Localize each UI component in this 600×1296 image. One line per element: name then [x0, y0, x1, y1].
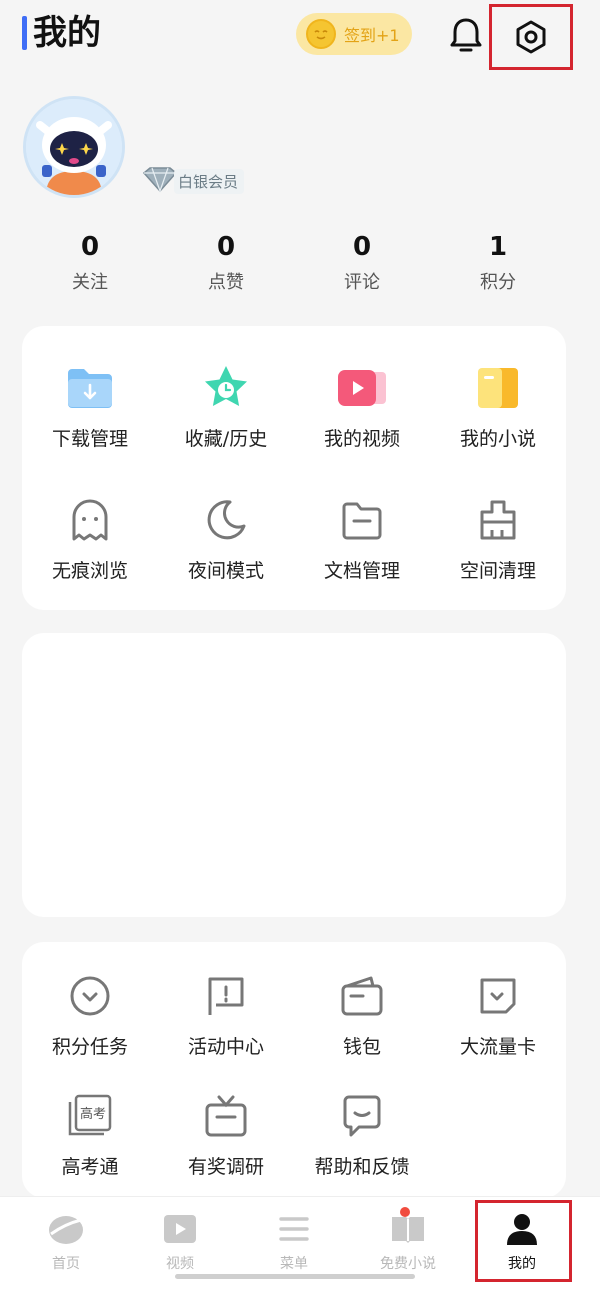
service-label: 活动中心	[187, 1036, 264, 1058]
tool-label: 我的小说	[459, 428, 536, 450]
tool-favorites-history[interactable]: 收藏/历史	[158, 362, 294, 451]
service-label: 积分任务	[51, 1036, 128, 1058]
ghost-icon	[64, 494, 116, 546]
stat-comments[interactable]: 0 评论	[294, 230, 430, 294]
gaokao-icon-text: 高考	[80, 1106, 106, 1122]
service-label: 有奖调研	[187, 1156, 264, 1178]
stat-label: 关注	[72, 272, 108, 293]
member-label: 白银会员	[174, 168, 245, 194]
play-icon	[160, 1211, 200, 1247]
avatar[interactable]	[23, 96, 125, 198]
chat-icon	[336, 1090, 388, 1142]
header: 我的 签到+1	[0, 0, 600, 76]
stat-points[interactable]: 1 积分	[430, 230, 566, 294]
page-title: 我的	[33, 13, 101, 53]
stat-following[interactable]: 0 关注	[22, 230, 158, 294]
service-points-task[interactable]: 积分任务	[22, 970, 158, 1059]
tab-menu[interactable]: 菜单	[249, 1211, 339, 1273]
tool-documents[interactable]: 文档管理	[294, 494, 430, 583]
home-indicator	[175, 1274, 415, 1279]
tool-label: 夜间模式	[187, 560, 264, 582]
tools-card: 下载管理 收藏/历史 我的视频 我的小说 无痕浏览 夜间模式 文档管理 空间清理	[22, 326, 566, 610]
tab-label: 首页	[52, 1256, 80, 1272]
tool-incognito[interactable]: 无痕浏览	[22, 494, 158, 583]
profile-section: 白银会员	[0, 90, 600, 210]
checkin-label: 签到+1	[344, 26, 400, 45]
gaokao-icon: 高考	[64, 1090, 116, 1142]
tool-label: 无痕浏览	[51, 560, 128, 582]
tab-label: 菜单	[280, 1256, 308, 1272]
stat-label: 积分	[480, 272, 516, 293]
tool-label: 我的视频	[323, 428, 400, 450]
service-label: 高考通	[61, 1156, 119, 1178]
stat-label: 评论	[344, 272, 380, 293]
tab-label: 视频	[166, 1256, 194, 1272]
service-label: 钱包	[342, 1036, 381, 1058]
stats-row: 0 关注 0 点赞 0 评论 1 积分	[0, 230, 600, 300]
notification-dot	[400, 1207, 410, 1217]
service-gaokao[interactable]: 高考 高考通	[22, 1090, 158, 1179]
tool-label: 空间清理	[459, 560, 536, 582]
service-wallet[interactable]: 钱包	[294, 970, 430, 1059]
points-task-icon	[64, 970, 116, 1022]
tab-label: 免费小说	[380, 1256, 436, 1272]
gear-icon	[516, 20, 546, 54]
moon-icon	[200, 494, 252, 546]
book-icon	[472, 362, 524, 414]
checkin-button[interactable]: 签到+1	[296, 13, 412, 55]
content-card	[22, 633, 566, 917]
tab-free-novels[interactable]: 免费小说	[363, 1207, 453, 1273]
tab-video[interactable]: 视频	[135, 1211, 225, 1273]
flag-icon	[200, 970, 252, 1022]
stat-label: 点赞	[208, 272, 244, 293]
services-card: 积分任务 活动中心 钱包 大流量卡 高考 高考通 有奖调研 帮助和反馈	[22, 942, 566, 1198]
coin-icon	[306, 19, 336, 49]
stat-value: 0	[216, 232, 236, 262]
service-activity-center[interactable]: 活动中心	[158, 970, 294, 1059]
tool-label: 下载管理	[51, 428, 128, 450]
service-label: 帮助和反馈	[314, 1156, 410, 1178]
tool-label: 收藏/历史	[184, 428, 268, 450]
active-tab-highlight	[475, 1200, 572, 1282]
member-badge[interactable]: 白银会员	[140, 167, 245, 194]
bell-icon[interactable]	[444, 14, 488, 56]
tool-night-mode[interactable]: 夜间模式	[158, 494, 294, 583]
download-folder-icon	[64, 362, 116, 414]
wallet-icon	[336, 970, 388, 1022]
open-book-icon	[388, 1207, 428, 1247]
tool-download-manager[interactable]: 下载管理	[22, 362, 158, 451]
service-label: 大流量卡	[459, 1036, 536, 1058]
service-help-feedback[interactable]: 帮助和反馈	[294, 1090, 430, 1179]
tv-gift-icon	[200, 1090, 252, 1142]
home-icon	[46, 1211, 86, 1247]
title-accent-bar	[22, 16, 27, 50]
tool-space-cleanup[interactable]: 空间清理	[430, 494, 566, 583]
stat-value: 1	[488, 232, 508, 262]
sim-card-icon	[472, 970, 524, 1022]
tool-my-videos[interactable]: 我的视频	[294, 362, 430, 451]
tool-my-novels[interactable]: 我的小说	[430, 362, 566, 451]
tab-home[interactable]: 首页	[21, 1211, 111, 1273]
star-clock-icon	[200, 362, 252, 414]
stat-value: 0	[80, 232, 100, 262]
stat-value: 0	[352, 232, 372, 262]
service-survey[interactable]: 有奖调研	[158, 1090, 294, 1179]
video-icon	[336, 362, 388, 414]
folder-icon	[336, 494, 388, 546]
settings-button[interactable]	[489, 4, 573, 70]
broom-icon	[472, 494, 524, 546]
tool-label: 文档管理	[323, 560, 400, 582]
stat-likes[interactable]: 0 点赞	[158, 230, 294, 294]
menu-icon	[274, 1211, 314, 1247]
service-data-card[interactable]: 大流量卡	[430, 970, 566, 1059]
